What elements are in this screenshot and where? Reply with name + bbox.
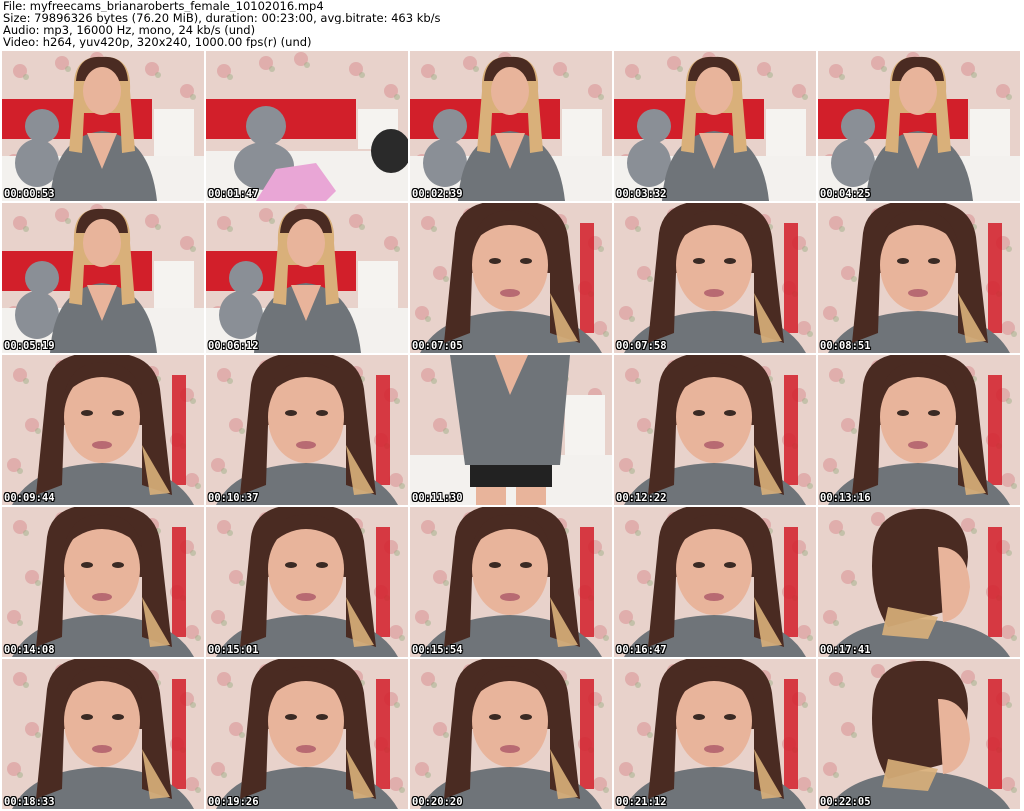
thumbnail-timestamp: 00:07:58	[616, 340, 667, 352]
file-name-line: File: myfreecams_brianaroberts_female_10…	[3, 0, 324, 12]
video-thumbnail: 00:11:30	[410, 355, 612, 505]
thumbnail-frame-image	[206, 507, 408, 657]
video-thumbnail: 00:16:47	[614, 507, 816, 657]
thumbnail-frame-image	[818, 659, 1020, 809]
video-thumbnail: 00:06:12	[206, 203, 408, 353]
thumbnail-timestamp: 00:03:32	[616, 188, 667, 200]
video-thumbnail: 00:12:22	[614, 355, 816, 505]
thumbnail-timestamp: 00:02:39	[412, 188, 463, 200]
video-thumbnail: 00:01:47	[206, 51, 408, 201]
thumbnail-frame-image	[614, 659, 816, 809]
thumbnail-timestamp: 00:13:16	[820, 492, 871, 504]
video-thumbnail: 00:02:39	[410, 51, 612, 201]
thumbnail-frame-image	[410, 51, 612, 201]
video-thumbnail: 00:20:20	[410, 659, 612, 809]
thumbnail-timestamp: 00:11:30	[412, 492, 463, 504]
thumbnail-frame-image	[2, 355, 204, 505]
video-thumbnail: 00:15:54	[410, 507, 612, 657]
thumbnail-frame-image	[818, 355, 1020, 505]
thumbnail-timestamp: 00:15:54	[412, 644, 463, 656]
thumbnail-frame-image	[818, 507, 1020, 657]
thumbnail-frame-image	[818, 51, 1020, 201]
thumbnail-timestamp: 00:07:05	[412, 340, 463, 352]
thumbnail-timestamp: 00:08:51	[820, 340, 871, 352]
video-thumbnail: 00:13:16	[818, 355, 1020, 505]
video-thumbnail: 00:05:19	[2, 203, 204, 353]
thumbnail-timestamp: 00:05:19	[4, 340, 55, 352]
thumbnail-timestamp: 00:06:12	[208, 340, 259, 352]
thumbnail-grid: 00:00:53 00:01:47 00:02:39 00:03:32 00:04:25…	[2, 51, 1022, 809]
thumbnail-frame-image	[818, 203, 1020, 353]
thumbnail-frame-image	[2, 51, 204, 201]
thumbnail-frame-image	[206, 51, 408, 201]
video-thumbnail: 00:07:58	[614, 203, 816, 353]
thumbnail-timestamp: 00:12:22	[616, 492, 667, 504]
video-thumbnail: 00:07:05	[410, 203, 612, 353]
video-thumbnail: 00:10:37	[206, 355, 408, 505]
video-thumbnail: 00:04:25	[818, 51, 1020, 201]
thumbnail-frame-image	[2, 659, 204, 809]
video-thumbnail: 00:18:33	[2, 659, 204, 809]
thumbnail-timestamp: 00:22:05	[820, 796, 871, 808]
thumbnail-timestamp: 00:19:26	[208, 796, 259, 808]
thumbnail-frame-image	[410, 659, 612, 809]
video-thumbnail: 00:09:44	[2, 355, 204, 505]
file-info-header: File: myfreecams_brianaroberts_female_10…	[3, 0, 1021, 50]
thumbnail-timestamp: 00:00:53	[4, 188, 55, 200]
audio-info-line: Audio: mp3, 16000 Hz, mono, 24 kb/s (und…	[3, 24, 256, 36]
video-thumbnail: 00:15:01	[206, 507, 408, 657]
thumbnail-frame-image	[206, 355, 408, 505]
thumbnail-frame-image	[410, 507, 612, 657]
video-thumbnail: 00:19:26	[206, 659, 408, 809]
thumbnail-timestamp: 00:16:47	[616, 644, 667, 656]
thumbnail-frame-image	[614, 507, 816, 657]
thumbnail-timestamp: 00:15:01	[208, 644, 259, 656]
thumbnail-timestamp: 00:01:47	[208, 188, 259, 200]
thumbnail-timestamp: 00:20:20	[412, 796, 463, 808]
thumbnail-timestamp: 00:04:25	[820, 188, 871, 200]
video-info-line: Video: h264, yuv420p, 320x240, 1000.00 f…	[3, 36, 312, 48]
thumbnail-frame-image	[614, 203, 816, 353]
thumbnail-frame-image	[614, 355, 816, 505]
thumbnail-frame-image	[206, 203, 408, 353]
thumbnail-timestamp: 00:09:44	[4, 492, 55, 504]
thumbnail-timestamp: 00:10:37	[208, 492, 259, 504]
video-thumbnail: 00:22:05	[818, 659, 1020, 809]
thumbnail-timestamp: 00:21:12	[616, 796, 667, 808]
video-thumbnail: 00:00:53	[2, 51, 204, 201]
video-thumbnail: 00:08:51	[818, 203, 1020, 353]
thumbnail-timestamp: 00:17:41	[820, 644, 871, 656]
video-thumbnail: 00:14:08	[2, 507, 204, 657]
thumbnail-frame-image	[410, 203, 612, 353]
thumbnail-timestamp: 00:18:33	[4, 796, 55, 808]
video-thumbnail: 00:03:32	[614, 51, 816, 201]
thumbnail-frame-image	[2, 507, 204, 657]
thumbnail-frame-image	[2, 203, 204, 353]
file-size-line: Size: 79896326 bytes (76.20 MiB), durati…	[3, 12, 441, 24]
thumbnail-frame-image	[614, 51, 816, 201]
video-thumbnail: 00:21:12	[614, 659, 816, 809]
thumbnail-frame-image	[206, 659, 408, 809]
thumbnail-timestamp: 00:14:08	[4, 644, 55, 656]
thumbnail-frame-image	[410, 355, 612, 505]
video-thumbnail: 00:17:41	[818, 507, 1020, 657]
